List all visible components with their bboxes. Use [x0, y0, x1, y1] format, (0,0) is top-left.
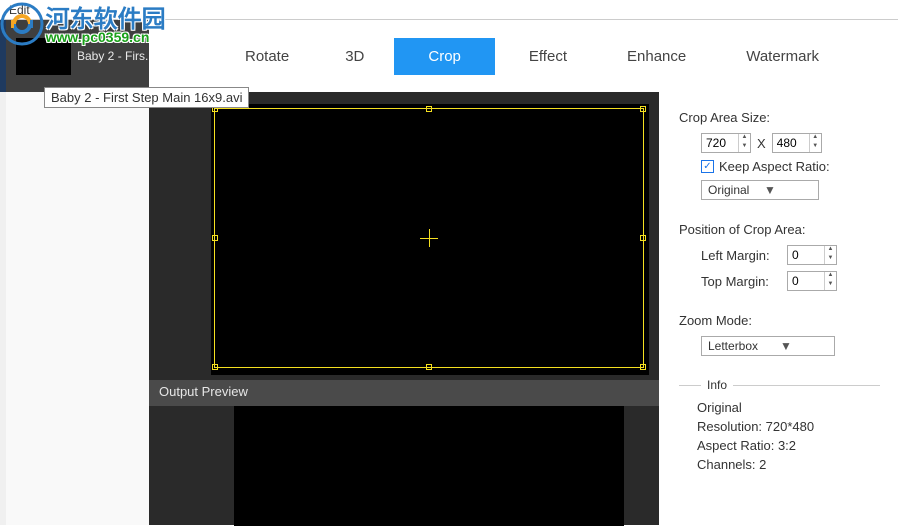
- output-video-canvas: [234, 406, 624, 526]
- info-label: Info: [701, 378, 733, 392]
- crop-handle-tr[interactable]: [640, 106, 646, 112]
- crop-handle-ml[interactable]: [212, 235, 218, 241]
- left-margin-input[interactable]: ▲ ▼: [787, 245, 837, 265]
- zoom-mode-value: Letterbox: [708, 339, 774, 353]
- tab-effect[interactable]: Effect: [503, 38, 593, 75]
- crop-height-field[interactable]: [773, 134, 809, 152]
- crop-handle-bl[interactable]: [212, 364, 218, 370]
- tabs-row: Rotate 3D Crop Effect Enhance Watermark: [149, 20, 898, 92]
- crop-height-up[interactable]: ▲: [810, 134, 821, 143]
- left-margin-field[interactable]: [788, 246, 824, 264]
- position-title: Position of Crop Area:: [679, 222, 880, 237]
- crop-handle-br[interactable]: [640, 364, 646, 370]
- crop-width-field[interactable]: [702, 134, 738, 152]
- top-margin-field[interactable]: [788, 272, 824, 290]
- info-original: Original: [697, 400, 880, 415]
- zoom-mode-select[interactable]: Letterbox ▼: [701, 336, 835, 356]
- crop-handle-mr[interactable]: [640, 235, 646, 241]
- filename-tooltip: Baby 2 - First Step Main 16x9.avi: [44, 87, 249, 108]
- top-margin-down[interactable]: ▼: [825, 281, 836, 290]
- video-thumbnail[interactable]: [16, 38, 71, 75]
- sidebar: Baby 2 - Firs... Baby 2 - First Step Mai…: [6, 20, 149, 92]
- menu-edit[interactable]: Edit: [4, 3, 35, 17]
- crop-center-marker[interactable]: [420, 229, 438, 247]
- left-margin-label: Left Margin:: [701, 248, 781, 263]
- tab-crop[interactable]: Crop: [394, 38, 495, 75]
- sidebar-below: [6, 92, 149, 525]
- keep-aspect-label: Keep Aspect Ratio:: [719, 159, 830, 174]
- crop-width-down[interactable]: ▼: [739, 143, 750, 152]
- tab-3d[interactable]: 3D: [323, 38, 386, 75]
- menu-bar: Edit: [0, 0, 898, 20]
- chevron-down-icon: ▼: [780, 339, 830, 353]
- crop-handle-bm[interactable]: [426, 364, 432, 370]
- top-margin-up[interactable]: ▲: [825, 272, 836, 281]
- dimension-separator: X: [757, 136, 766, 151]
- keep-aspect-checkbox[interactable]: ✓: [701, 160, 714, 173]
- info-aspect: Aspect Ratio: 3:2: [697, 438, 880, 453]
- video-thumbnail-label: Baby 2 - Firs...: [77, 49, 149, 63]
- tab-watermark[interactable]: Watermark: [720, 38, 845, 75]
- tab-rotate[interactable]: Rotate: [219, 38, 315, 75]
- tab-enhance[interactable]: Enhance: [601, 38, 712, 75]
- left-margin-up[interactable]: ▲: [825, 246, 836, 255]
- aspect-ratio-value: Original: [708, 183, 758, 197]
- crop-area-size-title: Crop Area Size:: [679, 110, 880, 125]
- aspect-ratio-select[interactable]: Original ▼: [701, 180, 819, 200]
- crop-rectangle[interactable]: [214, 108, 644, 368]
- crop-handle-tm[interactable]: [426, 106, 432, 112]
- crop-height-down[interactable]: ▼: [810, 143, 821, 152]
- crop-height-input[interactable]: ▲ ▼: [772, 133, 822, 153]
- info-channels: Channels: 2: [697, 457, 880, 472]
- chevron-down-icon: ▼: [764, 183, 814, 197]
- crop-width-up[interactable]: ▲: [739, 134, 750, 143]
- left-margin-down[interactable]: ▼: [825, 255, 836, 264]
- output-preview-label: Output Preview: [149, 380, 659, 406]
- info-divider: Info: [679, 378, 880, 392]
- top-margin-input[interactable]: ▲ ▼: [787, 271, 837, 291]
- top-margin-label: Top Margin:: [701, 274, 781, 289]
- info-resolution: Resolution: 720*480: [697, 419, 880, 434]
- preview-area: Output Preview: [149, 92, 659, 525]
- crop-width-input[interactable]: ▲ ▼: [701, 133, 751, 153]
- zoom-mode-title: Zoom Mode:: [679, 313, 880, 328]
- settings-panel: Crop Area Size: ▲ ▼ X: [659, 92, 898, 525]
